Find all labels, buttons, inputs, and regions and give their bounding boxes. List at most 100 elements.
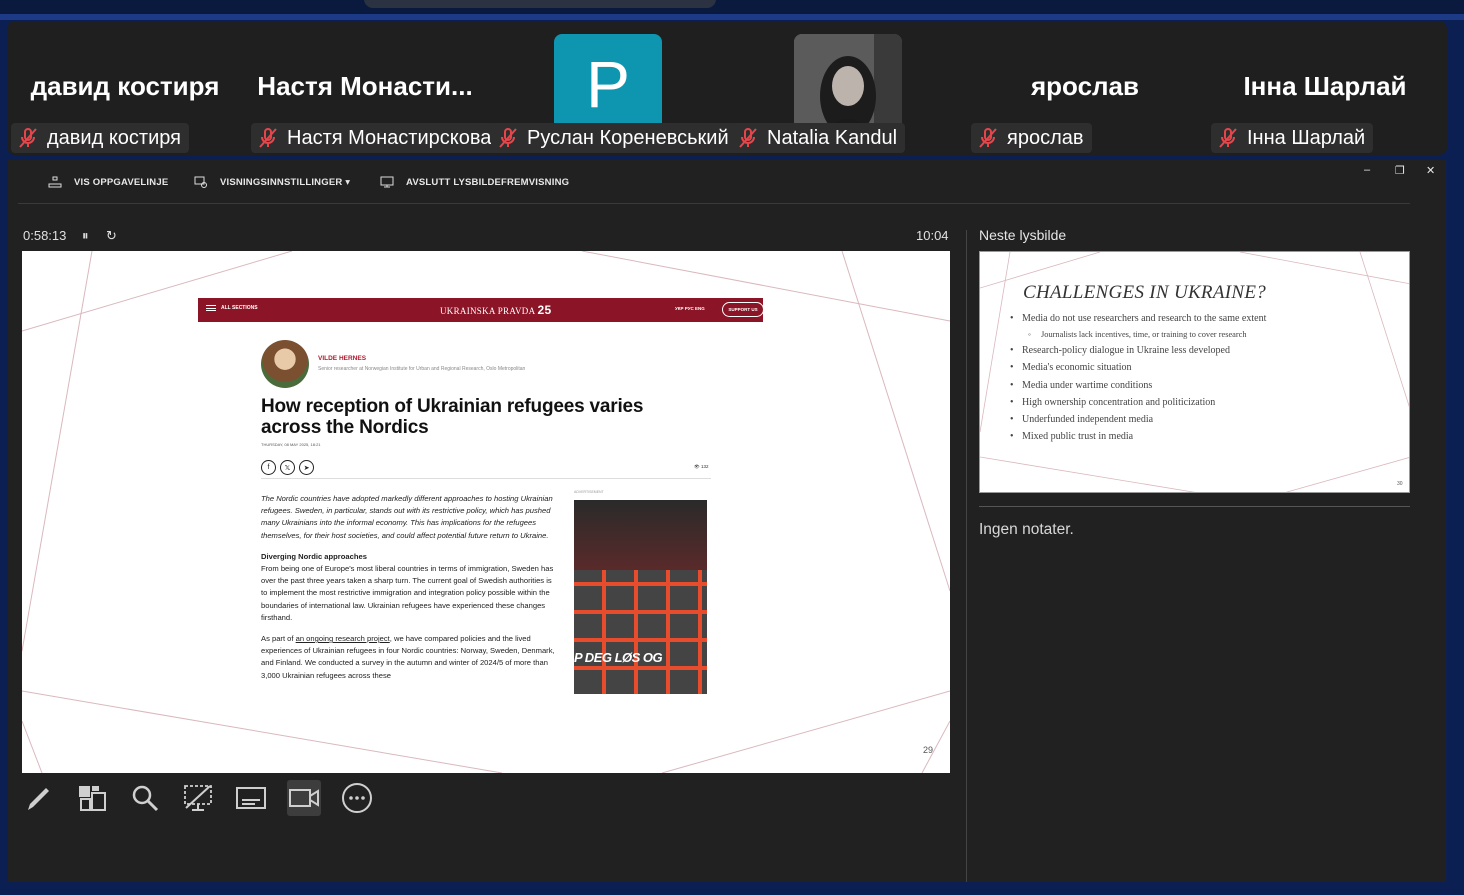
display-settings-icon: [194, 176, 207, 188]
next-slide-bullets: Media do not use researchers and researc…: [1010, 310, 1390, 446]
next-slide-label: Neste lysbilde: [979, 227, 1067, 243]
sub-bullet-item: Journalists lack incentives, time, or tr…: [1010, 327, 1390, 342]
next-slide-number: 30: [1397, 481, 1403, 487]
article-lead: The Nordic countries have adopted marked…: [261, 494, 553, 540]
article-date: THURSDAY, 08 MAY 2025, 18:21: [261, 442, 321, 447]
top-band: [0, 14, 1464, 20]
end-slideshow-label: AVSLUTT LYSBILDEFREMVISNING: [406, 176, 570, 188]
participant-big-name: ярослав: [1030, 71, 1139, 101]
participant-tile[interactable]: ярослав ярослав: [967, 21, 1203, 155]
participant-label: Natalia Kandul: [767, 126, 898, 149]
participant-label: Інна Шарлай: [1247, 126, 1366, 149]
participant-name-pill: Руслан Кореневський: [491, 123, 737, 153]
paragraph-text: As part of: [261, 634, 296, 644]
x-icon: 𝕏: [280, 460, 295, 475]
all-slides-button[interactable]: [75, 780, 109, 816]
show-taskbar-label: VIS OPPGAVELINJE: [74, 176, 169, 188]
author-photo: [261, 340, 309, 388]
pen-button[interactable]: [22, 780, 56, 816]
mic-muted-icon: [1219, 128, 1237, 148]
top-pill: [364, 0, 716, 8]
participant-tile[interactable]: Руслан Кореневський: [487, 21, 737, 155]
zoom-button[interactable]: [128, 780, 162, 816]
participant-name-pill: давид костиря: [11, 123, 189, 153]
pen-icon: [28, 788, 49, 810]
bullet-item: Media do not use researchers and researc…: [1010, 310, 1390, 327]
minimize-button[interactable]: –: [1364, 164, 1370, 176]
participant-tile[interactable]: Настя Монасти... Настя Монастирскова: [247, 21, 500, 155]
speaker-notes[interactable]: Ingen notater.: [979, 521, 1074, 539]
end-slideshow-button[interactable]: AVSLUTT LYSBILDEFREMVISNING: [380, 176, 569, 188]
participant-label: Настя Монастирскова: [287, 126, 492, 149]
display-settings-button[interactable]: VISNINGSINNSTILLINGER ▾: [194, 176, 350, 188]
participant-big-name: Настя Монасти...: [257, 71, 473, 101]
view-count: 👁 132: [694, 464, 709, 469]
participant-big-name: Інна Шарлай: [1243, 71, 1407, 101]
author-title: Senior researcher at Norwegian Institute…: [318, 366, 526, 372]
end-slideshow-icon: [380, 176, 394, 188]
current-slide[interactable]: ALL SECTIONS UKRAINSKA PRAVDA 25 УКР РУС…: [22, 251, 950, 773]
participant-name-pill: Natalia Kandul: [731, 123, 906, 153]
next-slide-preview[interactable]: CHALLENGES IN UKRAINE? Media do not use …: [979, 251, 1410, 493]
mic-muted-icon: [259, 128, 277, 148]
participant-big-name: давид костиря: [30, 71, 220, 101]
brand-name: UKRAINSKA PRAVDA: [440, 306, 535, 316]
more-options-button[interactable]: [340, 780, 374, 816]
article-screenshot: ALL SECTIONS UKRAINSKA PRAVDA 25 УКР РУС…: [198, 298, 764, 698]
participant-label: ярослав: [1007, 126, 1084, 149]
article-headline: How reception of Ukrainian refugees vari…: [261, 396, 644, 438]
participant-label: давид костиря: [47, 126, 181, 149]
ad-background: [574, 500, 707, 570]
restore-button[interactable]: ❐: [1395, 164, 1405, 177]
presenter-tools: [22, 780, 374, 816]
participant-name-pill: ярослав: [971, 123, 1092, 153]
participant-name-pill: Інна Шарлай: [1211, 123, 1374, 153]
article-body: The Nordic countries have adopted marked…: [261, 493, 557, 691]
advertisement-image: P DEG LØS OG: [574, 500, 707, 694]
pane-divider[interactable]: [966, 230, 967, 882]
bullet-item: Media under wartime conditions: [1010, 377, 1390, 394]
article-subheading: Diverging Nordic approaches: [261, 551, 367, 561]
mic-muted-icon: [19, 128, 37, 148]
participant-label: Руслан Кореневський: [527, 126, 729, 149]
participant-tile[interactable]: Natalia Kandul: [727, 21, 963, 155]
participant-tile[interactable]: давид костиря давид костиря: [7, 21, 243, 155]
telegram-icon: ➤: [299, 460, 314, 475]
notes-divider: [979, 506, 1410, 507]
slide-number: 29: [923, 745, 934, 755]
bullet-item: Media's economic situation: [1010, 359, 1390, 376]
presenter-toolbar: VIS OPPGAVELINJE VISNINGSINNSTILLINGER ▾…: [8, 160, 1446, 208]
bullet-item: Mixed public trust in media: [1010, 428, 1390, 445]
research-project-link: an ongoing research project: [295, 634, 390, 644]
mic-muted-icon: [499, 128, 517, 148]
display-settings-label: VISNINGSINNSTILLINGER ▾: [220, 176, 351, 188]
participant-tile[interactable]: Інна Шарлай Інна Шарлай: [1207, 21, 1443, 155]
ad-text: P DEG LØS OG: [574, 650, 663, 665]
brand-number: 25: [537, 303, 552, 317]
next-slide-title: CHALLENGES IN UKRAINE?: [1023, 282, 1267, 303]
mic-muted-icon: [739, 128, 757, 148]
close-button[interactable]: ✕: [1426, 164, 1435, 177]
article-paragraph: As part of an ongoing research project, …: [261, 633, 557, 682]
pause-icon[interactable]: ⏸: [82, 228, 89, 244]
clock: 10:04: [916, 228, 949, 243]
bullet-item: High ownership concentration and politic…: [1010, 394, 1390, 411]
black-screen-button[interactable]: [181, 780, 215, 816]
ad-label: ADVERTISEMENT: [574, 490, 604, 494]
more-options-icon: [342, 783, 372, 813]
camera-button[interactable]: [287, 780, 321, 816]
mic-muted-icon: [979, 128, 997, 148]
taskbar-icon: [48, 176, 62, 188]
article-paragraph: From being one of Europe's most liberal …: [261, 564, 554, 622]
site-header: ALL SECTIONS UKRAINSKA PRAVDA 25 УКР РУС…: [198, 298, 764, 322]
toolbar-divider: [18, 203, 1410, 204]
reset-timer-icon[interactable]: ↻: [106, 228, 117, 244]
zoom-icon: [132, 785, 159, 812]
bullet-item: Underfunded independent media: [1010, 411, 1390, 428]
subtitles-icon: [236, 787, 266, 809]
subtitles-button[interactable]: [234, 780, 268, 816]
elapsed-timer: 0:58:13: [23, 228, 67, 243]
article-divider: [261, 478, 711, 479]
show-taskbar-button[interactable]: VIS OPPGAVELINJE: [48, 176, 168, 188]
site-brand: UKRAINSKA PRAVDA 25: [440, 303, 551, 317]
